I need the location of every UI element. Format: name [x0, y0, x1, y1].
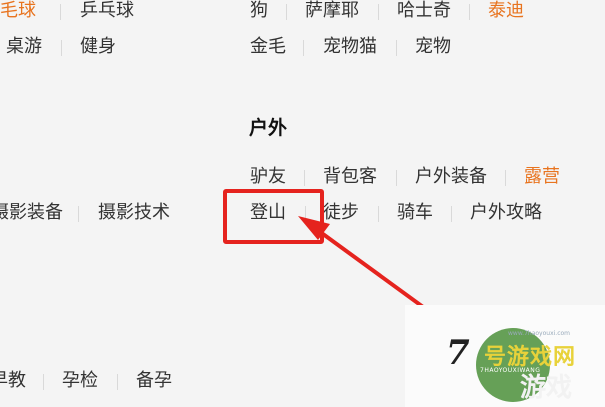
separator	[78, 206, 79, 222]
watermark-brand-bottom: 游戏	[520, 373, 573, 403]
separator	[60, 4, 61, 20]
separator	[286, 4, 287, 20]
separator	[396, 170, 397, 186]
tag-early-education[interactable]: 早教	[0, 370, 26, 392]
tag-husky[interactable]: 哈士奇	[397, 0, 451, 22]
watermark-url: www.7haoyouxi.com	[508, 330, 571, 337]
highlight-box	[223, 189, 324, 244]
tag-teddy[interactable]: 泰迪	[488, 0, 524, 22]
watermark-logo: 7 www.7haoyouxi.com 号游戏网 7HAOYOUXIWANG 游…	[428, 325, 605, 407]
tag-pet[interactable]: 宠物	[415, 36, 451, 58]
tag-backpacker[interactable]: 背包客	[323, 166, 377, 188]
separator	[396, 40, 397, 56]
tag-fitness[interactable]: 健身	[80, 36, 116, 58]
separator	[117, 374, 118, 390]
separator	[304, 170, 305, 186]
separator	[469, 4, 470, 20]
separator	[61, 40, 62, 56]
separator	[43, 374, 44, 390]
separator	[451, 206, 452, 222]
watermark-number: 7	[446, 333, 470, 373]
tag-camping[interactable]: 露营	[524, 166, 560, 188]
tag-table-tennis[interactable]: 乒乓球	[80, 0, 134, 22]
tag-travel-buddy[interactable]: 驴友	[250, 166, 286, 188]
tag-golden-retriever[interactable]: 金毛	[250, 36, 286, 58]
tag-pregnancy-prep[interactable]: 备孕	[136, 370, 172, 392]
tag-photo-skills[interactable]: 摄影技术	[98, 202, 170, 224]
separator	[303, 40, 304, 56]
separator	[378, 4, 379, 20]
tag-cycling[interactable]: 骑车	[397, 202, 433, 224]
tag-outdoor-guide[interactable]: 户外攻略	[470, 202, 542, 224]
tag-samoyed[interactable]: 萨摩耶	[305, 0, 359, 22]
separator	[378, 206, 379, 222]
separator	[505, 170, 506, 186]
tag-prenatal-check[interactable]: 孕检	[62, 370, 98, 392]
section-title-outdoor: 户外	[249, 117, 288, 139]
tag-pet-cat[interactable]: 宠物猫	[323, 36, 377, 58]
tag-badminton[interactable]: 羽毛球	[0, 0, 36, 22]
tag-outdoor-gear[interactable]: 户外装备	[415, 166, 487, 188]
tag-board-games[interactable]: 桌游	[6, 36, 42, 58]
tag-dog[interactable]: 狗	[250, 0, 268, 22]
tag-hiking[interactable]: 徒步	[323, 202, 359, 224]
tag-photo-gear[interactable]: 摄影装备	[0, 202, 63, 224]
